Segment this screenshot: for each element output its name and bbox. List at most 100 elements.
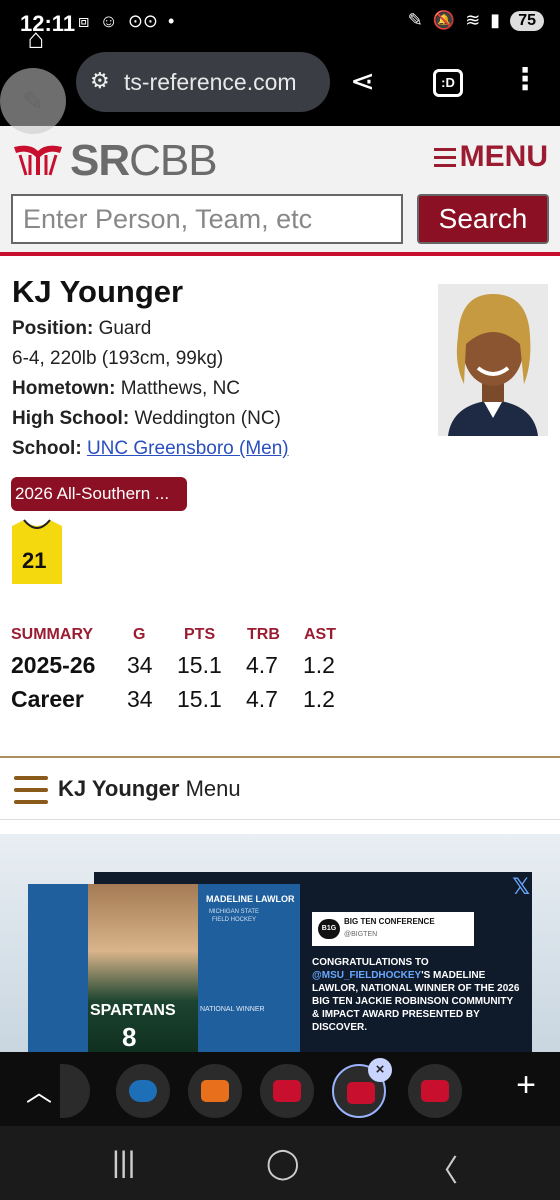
stats-cell-g: 34 [127,652,153,678]
site-settings-icon[interactable]: ⚙ [90,68,110,94]
stats-cell-g: 34 [127,686,153,712]
stats-header-g: G [133,626,146,643]
sr-favicon-icon [421,1080,449,1102]
system-nav-bar: ||| ◯ 〈 [0,1126,560,1200]
system-icons: ✎ 🔕 ≋ ▮ 75 [408,10,544,31]
logo-text-light: CBB [129,136,217,185]
screenshot-icon: ⧈ [78,11,90,31]
size-line: 6-4, 220lb (193cm, 99kg) [12,348,224,369]
ad-jersey-number: 8 [122,1022,137,1052]
stats-cell-trb: 4.7 [246,686,278,712]
award-button[interactable]: 2026 All-Southern ... [11,477,187,511]
position-value: Guard [98,318,152,339]
ad-tweet-mention: @MSU_FIELDHOCKEY [312,970,422,981]
player-menu-suffix: Menu [185,776,241,801]
player-menu-label: KJ Younger Menu [58,776,241,802]
notification-icons: ⧈ ☺ ⊙⊙ • [78,11,174,32]
floating-edit-button[interactable]: ✎ [0,68,66,134]
player-menu-bar[interactable]: KJ Younger Menu [0,758,560,820]
sr-favicon-icon [273,1080,301,1102]
vt-favicon-icon [201,1080,229,1102]
stats-header-pts: PTS [184,626,216,643]
close-tab-icon[interactable]: × [368,1058,392,1082]
voicemail-icon: ⊙⊙ [127,11,159,31]
signal-icon: ▮ [490,10,501,30]
ad-tweet-line1: CONGRATULATIONS TO [312,957,429,968]
home-nav-icon[interactable]: ◯ [266,1146,300,1181]
new-tab-icon[interactable]: + [516,1066,536,1105]
share-icon[interactable]: ⋖ [350,64,375,99]
status-bar: 12:11 ⧈ ☺ ⊙⊙ • ✎ 🔕 ≋ ▮ 75 [0,0,560,48]
ad-card-winner: NATIONAL WINNER [200,1006,265,1013]
ad-card-name: MADELINE LAWLOR [206,894,295,904]
menu-label: MENU [459,140,548,173]
home-button[interactable]: ⌂ [12,16,60,64]
ad-tweet-account: BIG TEN CONFERENCE [344,917,435,926]
address-bar[interactable]: ⚙ ts-reference.com [76,52,330,112]
tab-item[interactable] [260,1064,314,1118]
stats-cell-ast: 1.2 [303,686,335,712]
ad-athlete-photo [88,884,198,1052]
player-menu-name: KJ Younger [58,776,180,801]
stats-cell-pts: 15.1 [177,652,222,678]
site-logo[interactable]: SR CBB [10,136,218,185]
jersey-number: 21 [22,548,47,573]
high-school-value: Weddington (NC) [134,408,281,429]
player-name: KJ Younger [12,274,184,309]
wifi-icon: ≋ [465,10,481,30]
recent-apps-icon[interactable]: ||| [112,1146,135,1180]
player-photo [438,284,548,436]
ad-tweet-header: B1G BIG TEN CONFERENCE @BIGTEN [312,912,474,946]
sports-site-favicon-icon [129,1080,157,1102]
school-line: School: UNC Greensboro (Men) [12,438,289,460]
stats-cell-pts: 15.1 [177,686,222,712]
logo-mark-icon [14,145,62,176]
search-button[interactable]: Search [417,194,549,244]
ad-card-sub: MICHIGAN STATE FIELD HOCKEY [208,909,260,923]
big-ten-logo-icon: B1G [318,919,340,939]
ad-tweet-body: CONGRATULATIONS TO @MSU_FIELDHOCKEY'S MA… [312,956,522,1034]
mute-icon: 🔕 [432,10,456,30]
x-logo-icon: 𝕏 [512,874,530,899]
battery-icon: 75 [510,10,544,31]
hamburger-icon [14,776,48,804]
player-portrait-image [438,284,548,436]
site-menu-button[interactable]: MENU [433,140,548,174]
hometown-value: Matthews, NC [120,378,241,399]
pen-icon: ✎ [407,10,423,30]
url-text: ts-reference.com [124,69,297,95]
high-school-line: High School: Weddington (NC) [12,408,281,430]
tab-switcher-button[interactable]: :D [433,69,463,97]
tab-item[interactable] [408,1064,462,1118]
stats-header-ast: AST [304,626,336,643]
menu-icon [433,146,456,168]
ad-athlete-card: SPARTANS 8 MADELINE LAWLOR MICHIGAN STAT… [28,884,300,1052]
back-icon[interactable]: 〈 [428,1146,458,1190]
high-school-label: High School: [12,408,130,429]
tab-item[interactable] [60,1064,90,1118]
tab-item[interactable] [188,1064,242,1118]
position-label: Position: [12,318,94,339]
hometown-label: Hometown: [12,378,116,399]
stats-header-trb: TRB [247,626,280,643]
search-input[interactable]: Enter Person, Team, etc [11,194,403,244]
jersey-icon: 21 [10,518,64,586]
snapchat-icon: ☺ [99,11,118,31]
stats-cell-ast: 1.2 [303,652,335,678]
school-link[interactable]: UNC Greensboro (Men) [87,438,289,459]
sr-favicon-icon [347,1082,375,1104]
ad-banner[interactable]: 𝕏 SPARTANS 8 MADELINE LAWLOR MICHIGAN ST… [0,834,560,1052]
school-label: School: [12,438,82,459]
chevron-up-icon[interactable]: ︿ [26,1072,52,1109]
dot-icon: • [168,11,175,31]
hometown-line: Hometown: Matthews, NC [12,378,240,400]
stats-cell-trb: 4.7 [246,652,278,678]
pencil-icon: ✎ [22,86,44,116]
ad-jersey-text: SPARTANS [90,1002,176,1019]
tab-item[interactable] [116,1064,170,1118]
stats-row-label: 2025-26 [11,652,96,678]
ad-tweet-handle: @BIGTEN [344,931,378,938]
position-line: Position: Guard [12,318,151,340]
logo-text-bold: SR [70,136,130,185]
more-options-icon[interactable]: ⋮ [510,62,540,97]
